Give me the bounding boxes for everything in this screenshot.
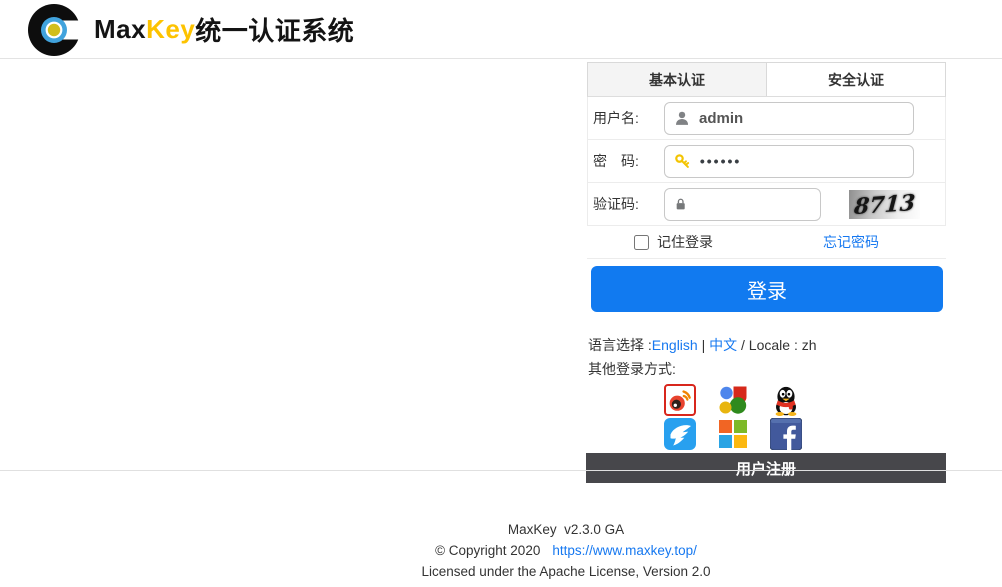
remember-label: 记住登录 <box>657 232 713 252</box>
brand-max: Max <box>94 14 146 45</box>
language-separator: | <box>698 337 709 353</box>
key-icon <box>674 152 691 171</box>
captcha-image[interactable]: 8713 <box>849 190 920 219</box>
captcha-input-box <box>664 188 821 221</box>
header: MaxKey统一认证系统 <box>0 0 1002 59</box>
social-login-grid <box>664 384 802 450</box>
remember-checkbox[interactable] <box>634 235 649 250</box>
username-row: 用户名: <box>588 97 945 140</box>
captcha-image-text: 8713 <box>853 189 916 219</box>
locale-suffix: / Locale : zh <box>737 337 816 353</box>
username-label: 用户名: <box>593 108 664 128</box>
captcha-input[interactable] <box>696 196 811 213</box>
password-row: 密 码: <box>588 140 945 183</box>
login-form: 用户名: 密 码: 验证码: <box>587 97 946 226</box>
tab-basic-auth[interactable]: 基本认证 <box>588 63 767 96</box>
language-english-link[interactable]: English <box>652 337 698 353</box>
user-icon <box>674 109 690 127</box>
footer-license: Licensed under the Apache License, Versi… <box>130 561 1002 582</box>
captcha-label: 验证码: <box>593 194 664 214</box>
brand-suffix: 统一认证系统 <box>195 11 354 48</box>
lock-icon <box>674 196 687 212</box>
remember-row: 记住登录 忘记密码 <box>587 226 946 259</box>
qq-icon[interactable] <box>770 384 802 416</box>
password-input[interactable] <box>700 153 904 169</box>
tab-secure-auth[interactable]: 安全认证 <box>767 63 945 96</box>
password-input-box <box>664 145 914 178</box>
page-title: MaxKey统一认证系统 <box>94 0 354 59</box>
username-input-box <box>664 102 914 135</box>
footer-maxkey-link[interactable]: https://www.maxkey.top/ <box>552 543 697 558</box>
other-login-title: 其他登录方式: <box>587 359 946 379</box>
footer-copyright: © Copyright 2020 <box>435 543 540 558</box>
content-divider <box>0 470 1002 471</box>
username-input[interactable] <box>699 110 904 127</box>
user-register-button[interactable]: 用户注册 <box>586 453 946 483</box>
weibo-icon[interactable] <box>664 384 696 416</box>
auth-tabs: 基本认证 安全认证 <box>587 62 946 97</box>
language-prefix: 语言选择 : <box>588 337 652 353</box>
facebook-icon[interactable] <box>770 418 802 450</box>
login-panel: 基本认证 安全认证 用户名: 密 码: <box>587 62 946 483</box>
brand-key: Key <box>146 14 195 45</box>
login-button[interactable]: 登录 <box>591 266 943 312</box>
language-chinese-link[interactable]: 中文 <box>709 337 737 353</box>
maxkey-logo-icon <box>27 3 81 57</box>
google-icon[interactable] <box>717 384 749 416</box>
microsoft-icon[interactable] <box>717 418 749 450</box>
captcha-row: 验证码: 8713 <box>588 183 945 226</box>
dingtalk-icon[interactable] <box>664 418 696 450</box>
footer-version: MaxKey v2.3.0 GA <box>130 519 1002 540</box>
language-selector: 语言选择 :English | 中文 / Locale : zh <box>587 335 946 355</box>
footer-copyright-line: © Copyright 2020 https://www.maxkey.top/ <box>130 540 1002 561</box>
password-label: 密 码: <box>593 151 664 171</box>
footer: MaxKey v2.3.0 GA © Copyright 2020 https:/… <box>0 519 1002 582</box>
forgot-password-link[interactable]: 忘记密码 <box>823 232 879 252</box>
